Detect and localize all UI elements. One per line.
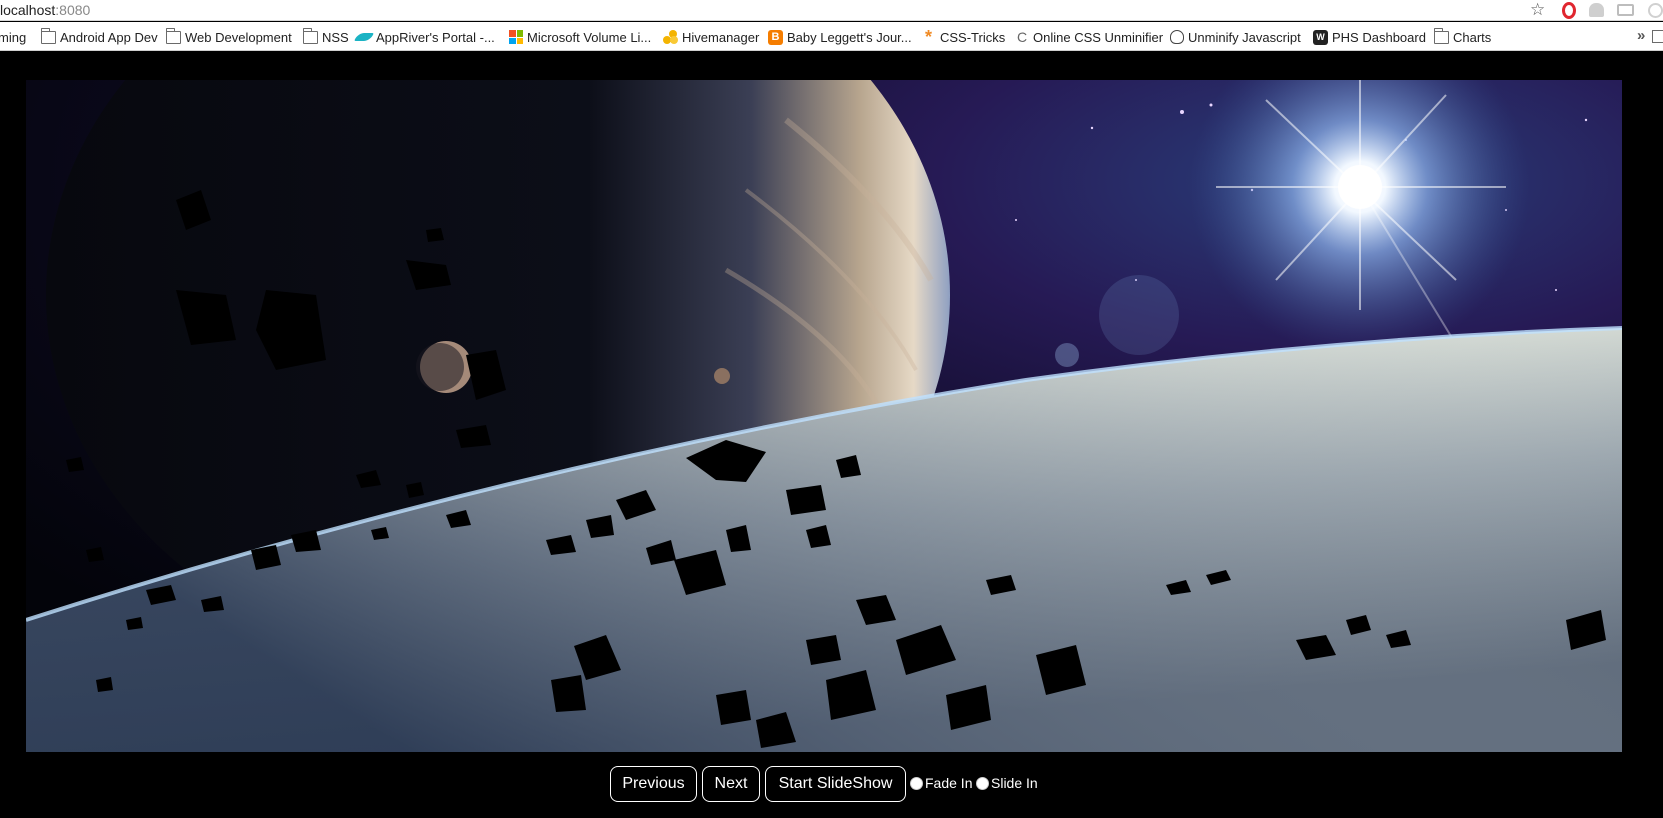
bookmark-folder-android-app-dev[interactable]: Android App Dev [40, 27, 158, 46]
bookmarks-bar: ming Android App Dev Web Development NSS… [0, 22, 1663, 51]
bookmark-folder-nss[interactable]: NSS [302, 27, 349, 46]
bookmark-online-css-unminifier[interactable]: C Online CSS Unminifier [1015, 28, 1163, 46]
opera-extension-icon[interactable] [1562, 2, 1576, 19]
lens-flare-small [1055, 343, 1079, 367]
bookmark-star-icon[interactable]: ☆ [1530, 0, 1545, 20]
previous-button[interactable]: Previous [610, 766, 697, 802]
bookmark-label: AppRiver's Portal -... [376, 29, 495, 45]
unminifier-icon: C [1016, 29, 1028, 45]
star-core [1338, 165, 1382, 209]
other-bookmarks-folder-icon[interactable] [1652, 30, 1663, 43]
url-port: :8080 [55, 2, 91, 18]
bookmarks-overflow-chevron-icon[interactable]: » [1637, 27, 1645, 44]
bookmark-label: ming [0, 29, 27, 45]
lens-flare [1099, 275, 1179, 355]
bookmark-label: Charts [1453, 29, 1492, 45]
slide-in-option[interactable]: Slide In [976, 775, 1038, 791]
slideshow-controls: Previous Next Start SlideShow Fade In Sl… [0, 766, 1663, 802]
address-bar[interactable]: localhost:8080 ☆ [0, 0, 1663, 21]
slide-in-radio[interactable] [976, 776, 989, 790]
hivemanager-icon [663, 30, 678, 44]
bookmark-label: Android App Dev [60, 29, 158, 45]
next-button[interactable]: Next [702, 766, 760, 802]
cast-extension-icon[interactable] [1617, 4, 1634, 16]
bookmark-hivemanager[interactable]: Hivemanager [663, 28, 759, 46]
start-slideshow-button[interactable]: Start SlideShow [765, 766, 906, 802]
folder-icon [302, 27, 318, 44]
bookmark-phs-dashboard[interactable]: W PHS Dashboard [1313, 28, 1426, 46]
css-tricks-icon: * [924, 26, 932, 47]
fade-in-radio[interactable] [910, 776, 923, 790]
extension-icon[interactable] [1648, 3, 1663, 18]
bookmark-appriver[interactable]: AppRiver's Portal -... [354, 28, 495, 46]
blogger-icon: B [768, 29, 783, 45]
bookmark-label: Web Development [185, 29, 292, 45]
bookmark-label: PHS Dashboard [1332, 29, 1426, 45]
space-scene-image [26, 80, 1622, 752]
microsoft-icon [509, 30, 523, 44]
bookmark-label: Microsoft Volume Li... [527, 29, 652, 45]
bookmark-folder-programming[interactable]: ming [0, 28, 26, 46]
bookmark-label: CSS-Tricks [940, 29, 1006, 45]
folder-icon [40, 27, 56, 44]
url-host: localhost [0, 2, 56, 18]
bookmark-label: Unminify Javascript [1188, 29, 1301, 45]
phs-icon: W [1313, 29, 1328, 45]
bookmark-folder-web-development[interactable]: Web Development [165, 27, 292, 46]
slideshow-image [26, 80, 1622, 752]
folder-icon [1433, 27, 1449, 44]
fade-in-option[interactable]: Fade In [910, 775, 972, 791]
fade-in-label: Fade In [925, 775, 973, 791]
bookmark-css-tricks[interactable]: * CSS-Tricks [921, 28, 1005, 46]
appriver-icon [354, 33, 374, 41]
small-moon [714, 368, 730, 384]
bookmark-label: Baby Leggett's Jour... [787, 29, 912, 45]
android-extension-icon[interactable] [1589, 3, 1604, 17]
owl-icon [1170, 30, 1184, 44]
bookmark-label: Online CSS Unminifier [1033, 29, 1164, 45]
bookmark-folder-charts[interactable]: Charts [1433, 27, 1492, 46]
bookmark-label: NSS [322, 29, 349, 45]
folder-icon [165, 27, 181, 44]
bookmark-unminify-javascript[interactable]: Unminify Javascript [1170, 28, 1301, 46]
slide-in-label: Slide In [991, 775, 1038, 791]
bookmark-label: Hivemanager [682, 29, 760, 45]
bookmark-baby-leggett[interactable]: B Baby Leggett's Jour... [768, 28, 912, 46]
url-text[interactable]: localhost:8080 [0, 1, 90, 19]
bookmark-microsoft-volume[interactable]: Microsoft Volume Li... [509, 28, 651, 46]
